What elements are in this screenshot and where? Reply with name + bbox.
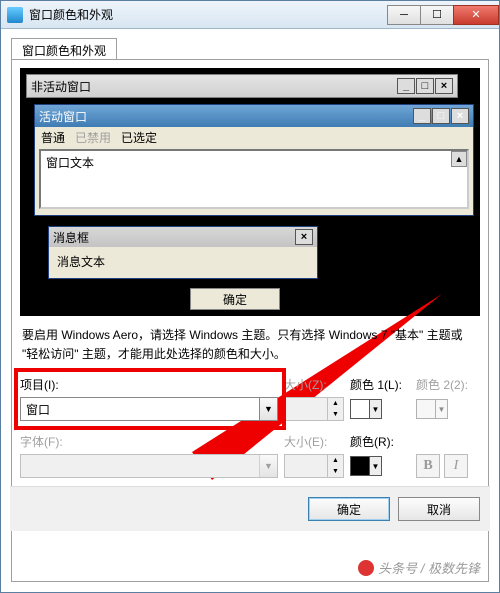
item-label: 项目(I): <box>20 376 278 395</box>
size2-label: 大小(E): <box>284 423 344 452</box>
preview-messagebox: 消息框 × 消息文本 <box>48 226 318 279</box>
chevron-down-icon: ▼ <box>259 455 277 477</box>
font-label: 字体(F): <box>20 423 278 452</box>
watermark-logo-icon <box>358 560 374 576</box>
preview-inactive-window: 非活动窗口 _ □ × <box>26 74 458 98</box>
color1-swatch <box>351 400 369 418</box>
italic-button: I <box>444 454 468 478</box>
size1-label: 大小(Z): <box>284 376 344 395</box>
titlebar: 窗口颜色和外观 ─ ☐ ✕ <box>1 1 499 29</box>
chevron-down-icon: ▼ <box>369 400 381 418</box>
scroll-up-icon: ▲ <box>451 151 467 167</box>
msgbox-title: 消息框 <box>53 229 295 246</box>
app-icon <box>7 7 23 23</box>
spin-down-icon: ▼ <box>327 466 343 477</box>
watermark: 头条号 / 极数先锋 <box>358 558 480 577</box>
colorR-picker[interactable]: ▼ <box>350 454 410 478</box>
maximize-button[interactable]: ☐ <box>420 5 454 25</box>
spin-down-icon: ▼ <box>327 409 343 420</box>
description-text: 要启用 Windows Aero，请选择 Windows 主题。只有选择 Win… <box>20 316 480 372</box>
maximize-icon: □ <box>432 108 450 124</box>
window-title: 窗口颜色和外观 <box>29 6 388 23</box>
item-combo[interactable]: 窗口 ▼ <box>20 397 278 421</box>
active-window-title: 活动窗口 <box>39 108 413 125</box>
preview-area: 非活动窗口 _ □ × 活动窗口 _ □ × <box>20 68 480 316</box>
tab-panel: 非活动窗口 _ □ × 活动窗口 _ □ × <box>11 59 489 582</box>
menu-selected: 已选定 <box>121 129 157 146</box>
chevron-down-icon: ▼ <box>369 457 381 475</box>
colorR-label: 颜色(R): <box>350 423 410 452</box>
preview-ok-button: 确定 <box>190 288 280 310</box>
client-area: 窗口颜色和外观 非活动窗口 _ □ × 活动窗口 <box>1 29 499 592</box>
preview-menubar: 普通 已禁用 已选定 <box>35 127 473 147</box>
color1-label: 颜色 1(L): <box>350 376 410 395</box>
bold-button: B <box>416 454 440 478</box>
minimize-icon: _ <box>413 108 431 124</box>
chevron-down-icon: ▼ <box>259 398 277 420</box>
chevron-down-icon: ▼ <box>435 400 447 418</box>
minimize-button[interactable]: ─ <box>387 5 421 25</box>
menu-normal: 普通 <box>41 129 65 146</box>
ok-button[interactable]: 确定 <box>308 497 390 521</box>
colorR-swatch <box>351 457 369 475</box>
msgbox-text: 消息文本 <box>49 247 317 278</box>
close-icon: × <box>435 78 453 94</box>
close-icon: × <box>451 108 469 124</box>
spin-up-icon: ▲ <box>327 398 343 409</box>
close-icon: × <box>295 229 313 245</box>
color2-label: 颜色 2(2): <box>416 376 476 395</box>
spin-up-icon: ▲ <box>327 455 343 466</box>
color1-picker[interactable]: ▼ <box>350 397 410 421</box>
size1-spin: ▲▼ <box>284 397 344 421</box>
window-text-sample: 窗口文本 <box>46 156 94 170</box>
tabstrip: 窗口颜色和外观 <box>11 37 489 59</box>
item-value: 窗口 <box>21 401 259 418</box>
color2-picker: ▼ <box>416 397 476 421</box>
menu-disabled: 已禁用 <box>75 129 111 146</box>
close-button[interactable]: ✕ <box>453 5 499 25</box>
preview-active-window: 活动窗口 _ □ × 普通 已禁用 已选定 窗口文本 ▲ <box>34 104 474 216</box>
font-combo: ▼ <box>20 454 278 478</box>
size2-spin: ▲▼ <box>284 454 344 478</box>
inactive-window-title: 非活动窗口 <box>31 78 397 95</box>
tab-appearance[interactable]: 窗口颜色和外观 <box>11 38 117 60</box>
dialog-window: 窗口颜色和外观 ─ ☐ ✕ 窗口颜色和外观 非活动窗口 _ □ × <box>0 0 500 593</box>
cancel-button[interactable]: 取消 <box>398 497 480 521</box>
controls-grid: 项目(I): 大小(Z): 颜色 1(L): 颜色 2(2): 窗口 ▼ ▲▼ … <box>20 372 480 478</box>
watermark-text: 头条号 / 极数先锋 <box>378 558 480 577</box>
dialog-buttons: 确定 取消 <box>10 486 490 531</box>
preview-textarea: 窗口文本 ▲ <box>39 149 469 209</box>
maximize-icon: □ <box>416 78 434 94</box>
minimize-icon: _ <box>397 78 415 94</box>
